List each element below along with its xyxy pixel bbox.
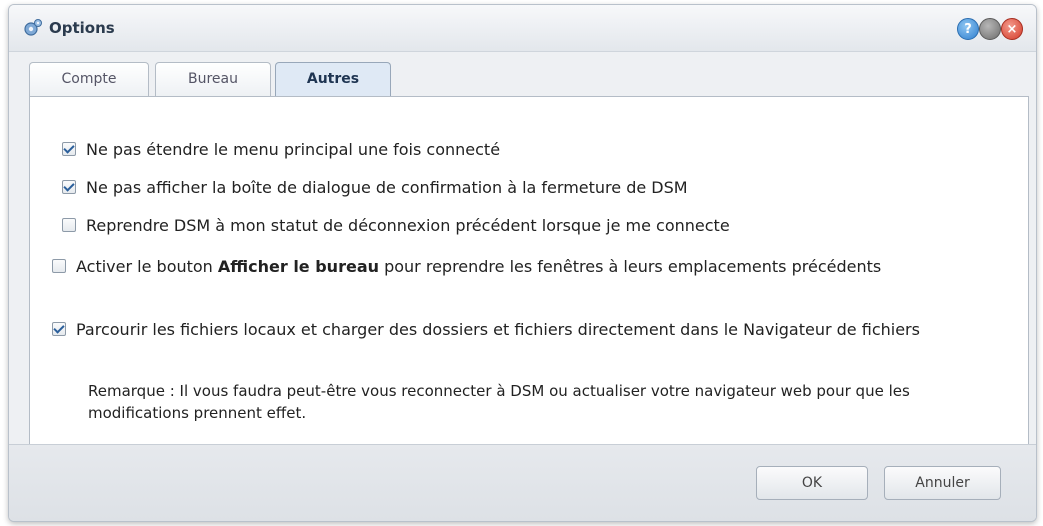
option-label: Ne pas afficher la boîte de dialogue de … <box>86 178 688 197</box>
window-title: Options <box>49 19 115 37</box>
option-label: Ne pas étendre le menu principal une foi… <box>86 140 501 159</box>
options-gear-icon <box>24 19 42 36</box>
option-label: Reprendre DSM à mon statut de déconnexio… <box>86 216 730 235</box>
checkbox-no-confirm-dialog[interactable] <box>62 180 76 194</box>
option-no-expand-menu[interactable]: Ne pas étendre le menu principal une foi… <box>62 137 1002 163</box>
tab-panel-autres: Ne pas étendre le menu principal une foi… <box>29 96 1029 446</box>
minimize-button[interactable] <box>979 18 1001 40</box>
help-icon: ? <box>964 21 972 37</box>
option-show-desktop-button[interactable]: Activer le bouton Afficher le bureau pou… <box>52 254 992 280</box>
tab-bureau[interactable]: Bureau <box>155 62 271 96</box>
checkbox-no-expand-menu[interactable] <box>62 142 76 156</box>
cancel-button[interactable]: Annuler <box>884 466 1001 500</box>
option-label: Activer le bouton <box>76 257 218 276</box>
close-button[interactable]: × <box>1001 18 1023 40</box>
close-icon: × <box>1006 21 1018 37</box>
checkbox-show-desktop-button[interactable] <box>52 259 66 273</box>
option-resume-session[interactable]: Reprendre DSM à mon statut de déconnexio… <box>62 213 1002 239</box>
option-label-bold: Afficher le bureau <box>217 257 379 276</box>
option-no-confirm-dialog[interactable]: Ne pas afficher la boîte de dialogue de … <box>62 175 1002 201</box>
tab-compte[interactable]: Compte <box>29 62 149 96</box>
options-dialog: Options ? × Compte Bureau Autres Ne pas … <box>8 4 1037 522</box>
tab-autres[interactable]: Autres <box>275 62 391 98</box>
help-button[interactable]: ? <box>957 18 979 40</box>
dialog-footer: OK Annuler <box>9 444 1036 521</box>
checkbox-resume-session[interactable] <box>62 218 76 232</box>
note-text: Remarque : Il vous faudra peut-être vous… <box>88 382 910 422</box>
title-bar[interactable]: Options ? × <box>9 5 1036 52</box>
checkbox-browse-local-files[interactable] <box>52 322 66 336</box>
option-label: pour reprendre les fenêtres à leurs empl… <box>379 257 882 276</box>
ok-button[interactable]: OK <box>756 466 868 500</box>
option-label: Parcourir les fichiers locaux et charger… <box>76 320 920 339</box>
option-browse-local-files[interactable]: Parcourir les fichiers locaux et charger… <box>52 317 992 343</box>
